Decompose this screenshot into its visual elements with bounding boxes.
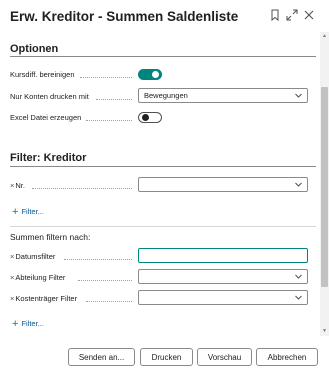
scroll-down-arrow-icon[interactable]: ▼ — [321, 328, 328, 335]
toggle-knob — [142, 114, 149, 121]
filter-field-datum[interactable]: ×Datumsfilter — [10, 252, 55, 261]
kostentraeger-filter-select[interactable] — [138, 290, 308, 305]
datumsfilter-input[interactable] — [138, 248, 308, 263]
cancel-button[interactable]: Abbrechen — [256, 348, 318, 366]
section-divider — [10, 56, 316, 57]
select-value: Bewegungen — [144, 91, 188, 100]
label-leader — [78, 280, 132, 281]
remove-filter-icon: × — [10, 294, 15, 303]
remove-filter-icon: × — [10, 273, 15, 282]
section-title-filter-kreditor: Filter: Kreditor — [10, 152, 87, 164]
field-label-nur-konten: Nur Konten drucken mit — [10, 92, 89, 101]
expand-icon[interactable] — [285, 8, 299, 22]
field-label-excel: Excel Datei erzeugen — [10, 113, 82, 122]
remove-filter-icon: × — [10, 181, 15, 190]
label-leader — [86, 120, 132, 121]
section-title-optionen: Optionen — [10, 43, 59, 55]
label-leader — [32, 188, 132, 189]
nr-filter-select[interactable] — [138, 177, 308, 192]
scrollbar-thumb[interactable] — [321, 87, 328, 287]
filter-field-kostentraeger[interactable]: ×Kostenträger Filter — [10, 294, 77, 303]
abteilung-filter-select[interactable] — [138, 269, 308, 284]
close-icon[interactable] — [302, 8, 316, 22]
chevron-down-icon — [294, 180, 303, 189]
kursdiff-toggle[interactable] — [138, 69, 162, 80]
preview-button[interactable]: Vorschau — [197, 348, 252, 366]
dialog-content: Optionen Kursdiff. bereinigen Nur Konten… — [0, 32, 319, 336]
filter-field-nr[interactable]: ×Nr. — [10, 181, 25, 190]
toggle-knob — [152, 71, 159, 78]
chevron-down-icon — [294, 272, 303, 281]
nur-konten-select[interactable]: Bewegungen — [138, 88, 308, 103]
label-leader — [64, 259, 132, 260]
plus-icon: + — [12, 318, 19, 330]
field-label-kursdiff: Kursdiff. bereinigen — [10, 70, 75, 79]
chevron-down-icon — [294, 91, 303, 100]
add-filter-link[interactable]: + Filter... — [12, 317, 44, 330]
section-divider — [10, 226, 316, 227]
scroll-up-arrow-icon[interactable]: ▲ — [321, 33, 328, 40]
dialog-header: Erw. Kreditor - Summen Saldenliste — [0, 0, 329, 32]
subsection-title-summen: Summen filtern nach: — [10, 232, 91, 242]
bookmark-icon[interactable] — [268, 8, 282, 22]
add-filter-link[interactable]: + Filter... — [12, 205, 44, 218]
label-leader — [86, 301, 132, 302]
section-divider — [10, 166, 316, 167]
filter-field-abteilung[interactable]: ×Abteilung Filter — [10, 273, 65, 282]
chevron-down-icon — [294, 293, 303, 302]
print-button[interactable]: Drucken — [140, 348, 193, 366]
excel-toggle[interactable] — [138, 112, 162, 123]
label-leader — [80, 77, 132, 78]
plus-icon: + — [12, 206, 19, 218]
label-leader — [96, 99, 132, 100]
remove-filter-icon: × — [10, 252, 15, 261]
dialog-title: Erw. Kreditor - Summen Saldenliste — [10, 9, 239, 24]
send-to-button[interactable]: Senden an... — [68, 348, 135, 366]
